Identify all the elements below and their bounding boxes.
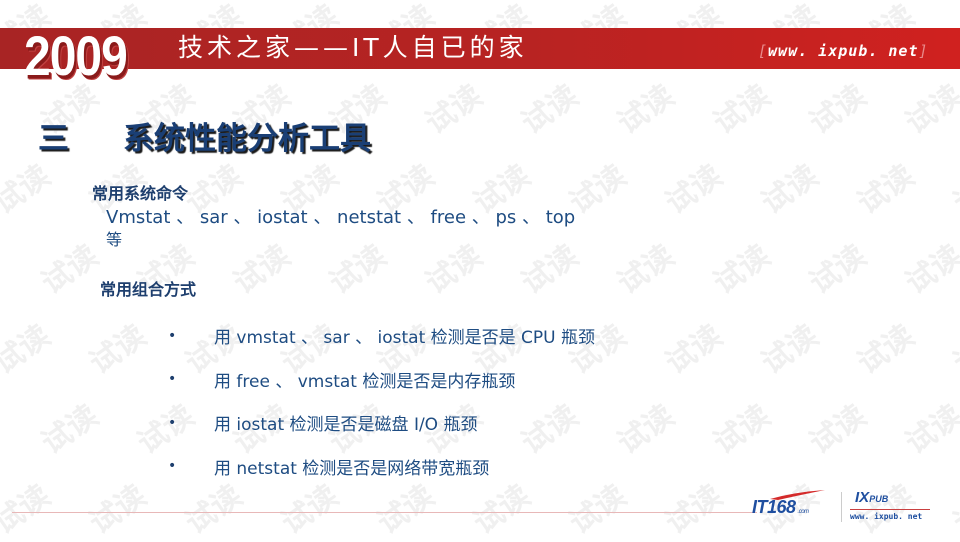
commands-list: Vmstat 、 sar 、 iostat 、 netstat 、 free 、… (106, 207, 746, 251)
common-commands-heading: 常用系统命令 (92, 184, 189, 203)
url-open-bracket: [ (758, 42, 769, 60)
watermark-text: 试读 (0, 478, 57, 542)
it168-logo-number: 168 (767, 497, 796, 517)
watermark-text: 试读 (803, 398, 873, 462)
watermark-text: 试读 (851, 318, 921, 382)
list-item: • 用 iostat 检测是否是磁盘 I/O 瓶颈 (168, 401, 595, 445)
header-year: 2009 (24, 26, 128, 88)
header-title: 技术之家——IT人自已的家 (178, 33, 528, 62)
list-item-text: 用 vmstat 、 sar 、 iostat 检测是否是 CPU 瓶颈 (214, 328, 596, 349)
ixpub-logo: IXPUB (855, 489, 888, 506)
list-item: • 用 netstat 检测是否是网络带宽瓶颈 (168, 445, 595, 489)
watermark-text: 试读 (611, 398, 681, 462)
bullet-icon: • (168, 371, 177, 388)
ixpub-logo-url: www. ixpub. net (850, 512, 923, 521)
watermark-text: 试读 (83, 478, 153, 542)
logo-divider (841, 492, 842, 522)
watermark-text: 试读 (947, 158, 960, 222)
commands-line: Vmstat 、 sar 、 iostat 、 netstat 、 free 、… (106, 207, 576, 228)
watermark-text: 试读 (35, 238, 105, 302)
watermark-text: 试读 (0, 318, 57, 382)
watermark-text: 试读 (899, 398, 960, 462)
watermark-text: 试读 (659, 478, 729, 542)
watermark-text: 试读 (707, 398, 777, 462)
ixpub-logo-pub: PUB (869, 494, 889, 504)
url-text: www. ixpub. net (768, 42, 919, 60)
watermark-text: 试读 (755, 158, 825, 222)
watermark-text: 试读 (515, 78, 585, 142)
header-url: [www. ixpub. net] (758, 42, 929, 60)
watermark-text: 试读 (611, 78, 681, 142)
commands-suffix: 等 (106, 230, 123, 249)
list-item-text: 用 free 、 vmstat 检测是否是内存瓶颈 (214, 371, 516, 392)
watermark-text: 试读 (803, 238, 873, 302)
footer-divider (12, 512, 757, 513)
it168-logo-it: IT (752, 497, 768, 517)
watermark-text: 试读 (851, 158, 921, 222)
ixpub-underline (850, 509, 930, 510)
slide-title: 三 系统性能分析工具 (38, 113, 371, 158)
watermark-text: 试读 (755, 318, 825, 382)
bullet-icon: • (168, 458, 177, 475)
watermark-text: 试读 (83, 318, 153, 382)
bullet-icon: • (168, 414, 177, 431)
title-text: 系统性能分析工具 (123, 121, 371, 157)
watermark-text: 试读 (851, 478, 921, 542)
watermark-text: 试读 (707, 78, 777, 142)
watermark-text: 试读 (947, 318, 960, 382)
ixpub-logo-ix: IX (855, 489, 870, 506)
watermark-text: 试读 (35, 398, 105, 462)
combinations-list: • 用 vmstat 、 sar 、 iostat 检测是否是 CPU 瓶颈 • 用… (168, 314, 595, 488)
url-close-bracket: ] (918, 42, 929, 60)
watermark-text: 试读 (899, 78, 960, 142)
watermark-text: 试读 (899, 238, 960, 302)
section-number: 三 (38, 121, 69, 157)
list-item-text: 用 netstat 检测是否是网络带宽瓶颈 (214, 458, 490, 479)
it168-logo: IT168 .com (752, 497, 809, 518)
list-item-text: 用 iostat 检测是否是磁盘 I/O 瓶颈 (214, 415, 478, 436)
watermark-text: 试读 (419, 78, 489, 142)
watermark-text: 试读 (659, 318, 729, 382)
common-combinations-heading: 常用组合方式 (100, 280, 197, 299)
watermark-text: 试读 (803, 78, 873, 142)
watermark-text: 试读 (947, 478, 960, 542)
watermark-text: 试读 (0, 158, 57, 222)
list-item: • 用 free 、 vmstat 检测是否是内存瓶颈 (168, 358, 595, 402)
bullet-icon: • (168, 327, 177, 344)
list-item: • 用 vmstat 、 sar 、 iostat 检测是否是 CPU 瓶颈 (168, 314, 595, 358)
it168-logo-suffix: .com (797, 509, 810, 515)
